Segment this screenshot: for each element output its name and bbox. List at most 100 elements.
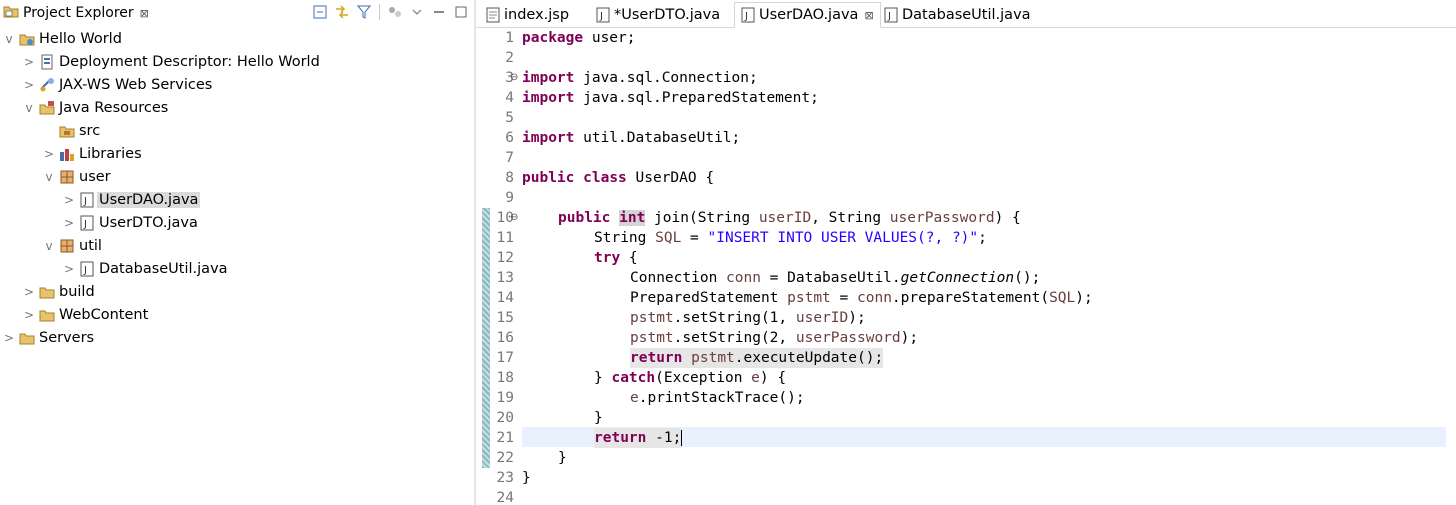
change-ruler-marker (482, 208, 490, 468)
code-text: } (594, 410, 603, 426)
tree-item-servers[interactable]: > Servers (2, 327, 94, 349)
view-menu-icon[interactable] (408, 3, 426, 21)
variable: e (630, 390, 639, 406)
svg-text:J: J (744, 11, 748, 22)
collapsed-chevron-icon[interactable]: > (22, 55, 36, 69)
link-with-editor-icon[interactable] (333, 3, 351, 21)
minimize-icon[interactable] (430, 3, 448, 21)
filter-icon[interactable] (355, 3, 373, 21)
collapsed-chevron-icon[interactable]: > (2, 331, 16, 345)
code-text: ); (1075, 290, 1093, 306)
tab-databaseutil-java[interactable]: J DatabaseUtil.java (878, 2, 1037, 27)
string-literal: "INSERT INTO USER VALUES(?, ?)" (707, 230, 979, 246)
tree-item-userdao-java[interactable]: > J UserDAO.java (62, 189, 201, 211)
code-line-4: import java.sql.PreparedStatement; (522, 88, 819, 108)
tree-item-libraries[interactable]: > Libraries (42, 143, 142, 165)
variable: conn (857, 290, 892, 306)
line-number: 5 (505, 110, 514, 126)
line-number: 18 (496, 370, 514, 386)
code-text: = (830, 290, 857, 306)
tree-item-hello-world[interactable]: v Hello World (2, 28, 121, 50)
static-method: getConnection (900, 270, 1015, 286)
tree-item-label: WebContent (59, 307, 149, 323)
folder-icon (39, 284, 55, 300)
close-icon[interactable]: ⊠ (140, 7, 149, 20)
svg-text:J: J (83, 265, 87, 276)
maximize-icon[interactable] (452, 3, 470, 21)
code-line-22: } (558, 448, 567, 468)
deployment-descriptor-icon (39, 54, 55, 70)
code-text: Connection (630, 270, 727, 286)
code-text: String (594, 230, 656, 246)
tree-item-webcontent[interactable]: > WebContent (22, 304, 148, 326)
code-text: .setString(1, (673, 310, 796, 326)
tab-project-explorer[interactable]: Project Explorer ⊠ (0, 0, 149, 26)
web-services-icon (39, 77, 55, 93)
toolbar-separator (379, 4, 380, 20)
text-caret (681, 430, 683, 446)
code-line-23: } (522, 468, 531, 488)
code-text: { (620, 250, 638, 266)
package-icon (59, 238, 75, 254)
code-line-16: pstmt.setString(2, userPassword); (630, 328, 918, 348)
tree-item-label: JAX-WS Web Services (59, 77, 213, 93)
line-number: 2 (505, 50, 514, 66)
close-icon[interactable]: ⊠ (864, 9, 873, 22)
collapsed-chevron-icon[interactable]: > (22, 78, 36, 92)
collapsed-chevron-icon[interactable]: > (62, 262, 76, 276)
expanded-chevron-icon[interactable]: v (42, 170, 56, 184)
collapsed-chevron-icon[interactable]: > (42, 147, 56, 161)
tree-item-package-user[interactable]: v user (42, 166, 111, 188)
tree-item-deployment-descriptor[interactable]: > Deployment Descriptor: Hello World (22, 51, 320, 73)
fold-minus-icon[interactable]: ⊖ (510, 208, 518, 228)
code-text: , String (811, 210, 890, 226)
tree-item-build[interactable]: > build (22, 281, 95, 303)
code-line-20: } (594, 408, 603, 428)
tree-item-java-resources[interactable]: v Java Resources (22, 97, 168, 119)
keyword: package (522, 30, 584, 46)
keyword: return (594, 430, 647, 446)
package-icon (59, 169, 75, 185)
expanded-chevron-icon[interactable]: v (22, 101, 36, 115)
tree-item-label: user (79, 169, 111, 185)
collapsed-chevron-icon[interactable]: > (62, 193, 76, 207)
sync-icon[interactable] (386, 3, 404, 21)
tree-item-databaseutil-java[interactable]: > J DatabaseUtil.java (62, 258, 228, 280)
collapsed-chevron-icon[interactable]: > (62, 216, 76, 230)
expanded-chevron-icon[interactable]: v (2, 32, 16, 46)
code-text: = (681, 230, 708, 246)
collapsed-chevron-icon[interactable]: > (22, 285, 36, 299)
vertical-scrollbar[interactable] (1444, 30, 1452, 500)
tab-userdto-java[interactable]: J *UserDTO.java (590, 2, 726, 27)
variable: pstmt (787, 290, 831, 306)
code-text: .executeUpdate(); (734, 350, 884, 366)
tree-item-label: UserDAO.java (97, 192, 201, 208)
tree-item-package-util[interactable]: v util (42, 235, 102, 257)
tree-item-src[interactable]: src (42, 120, 100, 142)
line-number: 8 (505, 170, 514, 186)
expanded-chevron-icon[interactable]: v (42, 239, 56, 253)
code-line-15: pstmt.setString(1, userID); (630, 308, 866, 328)
svg-text:J: J (83, 219, 87, 230)
java-file-icon: J (884, 7, 898, 23)
tree-item-label: Libraries (79, 146, 142, 162)
variable: SQL (1049, 290, 1076, 306)
tree-item-userdto-java[interactable]: > J UserDTO.java (62, 212, 198, 234)
svg-text:J: J (83, 196, 87, 207)
collapse-all-icon[interactable] (311, 3, 329, 21)
collapsed-chevron-icon[interactable]: > (22, 308, 36, 322)
fold-minus-icon[interactable]: ⊖ (510, 68, 518, 88)
tab-userdao-java[interactable]: J UserDAO.java ⊠ (734, 2, 881, 28)
tab-index-jsp[interactable]: index.jsp (480, 2, 575, 27)
variable: SQL (655, 230, 682, 246)
line-number: 23 (496, 470, 514, 486)
code-line-13: Connection conn = DatabaseUtil.getConnec… (630, 268, 1040, 288)
code-text: java.sql.Connection; (574, 70, 758, 86)
code-text-area[interactable]: 1 2 3 4 5 6 7 8 9 10 11 12 13 14 15 16 1… (476, 28, 1456, 505)
line-number: 4 (505, 90, 514, 106)
java-file-icon: J (596, 7, 610, 23)
keyword: public (522, 170, 575, 186)
keyword: import (522, 90, 575, 106)
code-text: = DatabaseUtil. (760, 270, 901, 286)
tree-item-jax-ws-web-services[interactable]: > JAX-WS Web Services (22, 74, 212, 96)
